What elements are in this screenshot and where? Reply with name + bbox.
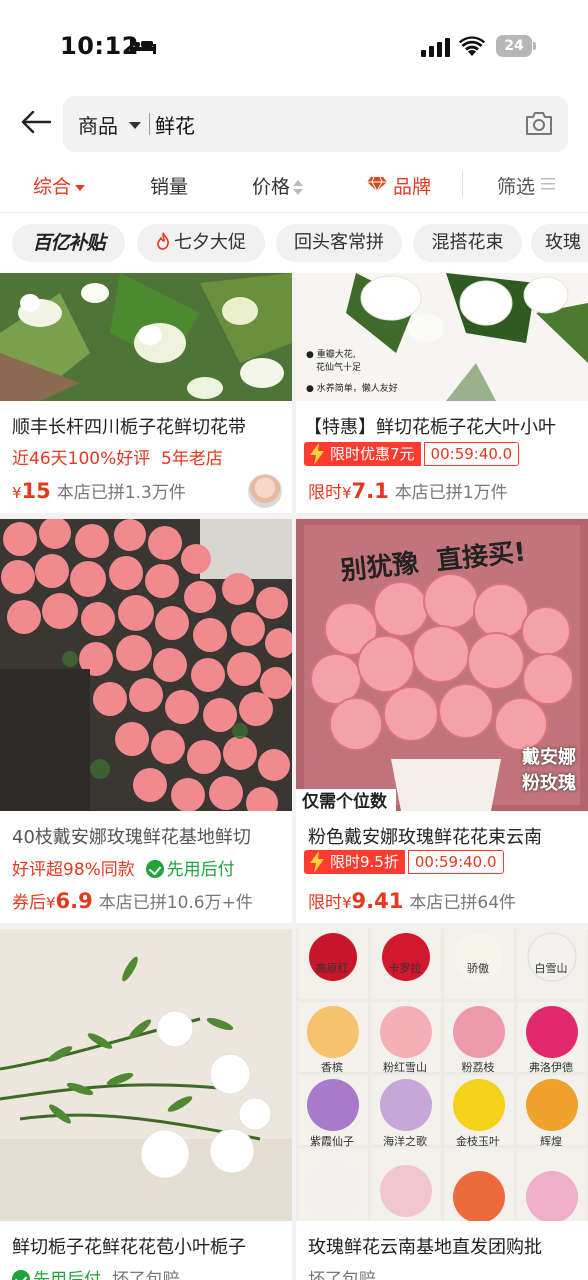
product-title: 顺丰长杆四川栀子花鲜切花带 xyxy=(12,417,246,438)
product-image xyxy=(0,519,292,811)
product-card[interactable]: 鲜切栀子花鲜花花苞小叶栀子 先用后付 坏了包赔 xyxy=(0,929,292,1280)
price-row: 券后¥6.9 本店已拼10.6万+件 xyxy=(12,889,253,913)
review-stats: 近46天100%好评 5年老店 xyxy=(12,449,223,469)
product-card[interactable]: 别犹豫 直接买! 仅需个位数 戴安娜 粉玫瑰 粉色戴安娜玫瑰鲜花花束云南 限时9… xyxy=(296,519,588,923)
service-tags: 先用后付 坏了包赔 xyxy=(12,1265,180,1280)
battery-icon: 24 xyxy=(496,35,536,57)
product-title: 玫瑰鲜花云南基地直发团购批 xyxy=(308,1237,542,1258)
sort-bar: 综合 销量 价格 品牌 筛选 xyxy=(0,156,588,213)
price-row: ¥15 本店已拼1.3万件 xyxy=(12,479,186,503)
product-card[interactable]: 40枝戴安娜玫瑰鲜花基地鲜切 好评超98%同款 先用后付 券后¥6.9 本店已拼1… xyxy=(0,519,292,923)
service-tags: 坏了包赔 xyxy=(308,1270,376,1280)
product-title: 粉色戴安娜玫瑰鲜花花束云南 xyxy=(308,827,542,848)
product-card[interactable]: 顺丰长杆四川栀子花鲜切花带 近46天100%好评 5年老店 ¥15 本店已拼1.3… xyxy=(0,273,292,513)
sales-count: 本店已拼1.3万件 xyxy=(56,483,186,503)
product-image xyxy=(0,273,292,401)
product-price: 9.41 xyxy=(351,889,404,913)
search-scope-dropdown[interactable]: 商品 xyxy=(78,110,118,139)
sort-brand[interactable]: 品牌 xyxy=(393,172,431,199)
sort-price[interactable]: 价格 xyxy=(252,172,304,199)
image-caption: ● 重瓣大花, 花仙气十足 ● 水养简单，懒人友好 xyxy=(306,350,398,394)
image-caption: 粉玫瑰 xyxy=(522,773,576,794)
product-image xyxy=(0,929,292,1221)
status-bar: 10:12 24 xyxy=(0,0,588,90)
countdown-timer: 00:59:40.0 xyxy=(407,850,504,874)
chip-repeat-customers[interactable]: 回头客常拼 xyxy=(276,224,402,262)
limited-promo-badge: 限时9.5折 00:59:40.0 xyxy=(304,850,504,874)
search-query[interactable]: 鲜花 xyxy=(155,110,195,139)
search-input[interactable]: 商品 鲜花 xyxy=(63,96,568,152)
image-caption: 仅需个位数 xyxy=(302,792,387,812)
flame-icon xyxy=(157,232,169,250)
chevron-down-icon xyxy=(129,122,141,129)
chip-qixi-promo[interactable]: 七夕大促 xyxy=(137,224,265,262)
sales-count: 本店已拼1万件 xyxy=(394,483,508,503)
pay-later-icon xyxy=(12,1270,30,1280)
price-row: 限时¥9.41 本店已拼64件 xyxy=(308,889,517,913)
image-caption: 戴安娜 xyxy=(522,747,576,768)
product-price: 7.1 xyxy=(351,479,389,503)
filter-chip-row: 百亿补贴 七夕大促 回头客常拼 混搭花束 玫瑰 xyxy=(0,213,588,273)
product-title: 鲜切栀子花鲜花花苞小叶栀子 xyxy=(12,1237,246,1258)
filter-lines-icon[interactable] xyxy=(541,177,555,191)
countdown-timer: 00:59:40.0 xyxy=(423,442,520,466)
product-card[interactable]: 高原红 卡罗拉 骄傲 白雪山 香槟 粉红雪山 粉荔枝 弗洛伊德 紫霞仙子 海洋之… xyxy=(296,929,588,1280)
search-results-screen: 10:12 24 商品 鲜花 综合 销量 价格 品牌 筛选 百亿补贴 七夕大促 … xyxy=(0,0,588,1280)
sleep-focus-icon xyxy=(130,40,156,54)
sort-arrows-icon xyxy=(293,179,304,196)
back-arrow-icon[interactable] xyxy=(18,104,54,140)
cellular-signal-icon xyxy=(421,38,450,57)
sort-comprehensive[interactable]: 综合 xyxy=(33,172,86,199)
battery-level: 24 xyxy=(496,35,532,57)
filter-button[interactable]: 筛选 xyxy=(497,172,535,199)
review-stats: 好评超98%同款 先用后付 xyxy=(12,860,235,880)
price-row: 限时¥7.1 本店已拼1万件 xyxy=(308,479,508,503)
sales-count: 本店已拼10.6万+件 xyxy=(98,893,253,913)
product-card[interactable]: ● 重瓣大花, 花仙气十足 ● 水养简单，懒人友好 【特惠】鲜切花栀子花大叶小叶… xyxy=(296,273,588,513)
diamond-icon xyxy=(367,176,387,192)
chevron-down-icon xyxy=(75,184,86,191)
chip-subsidy[interactable]: 百亿补贴 xyxy=(12,224,125,262)
status-time: 10:12 xyxy=(60,32,139,60)
chip-rose[interactable]: 玫瑰 xyxy=(531,224,588,262)
chip-mixed-bouquet[interactable]: 混搭花束 xyxy=(413,224,522,262)
search-header: 商品 鲜花 xyxy=(0,90,588,156)
pay-later-icon xyxy=(145,860,164,878)
product-title: 【特惠】鲜切花栀子花大叶小叶 xyxy=(304,417,556,438)
sort-sales[interactable]: 销量 xyxy=(150,172,188,199)
limited-promo-badge: 限时优惠7元 00:59:40.0 xyxy=(304,442,520,466)
sales-count: 本店已拼64件 xyxy=(409,893,517,913)
wifi-icon xyxy=(459,36,485,56)
product-title: 40枝戴安娜玫瑰鲜花基地鲜切 xyxy=(12,827,251,848)
camera-icon[interactable] xyxy=(524,109,554,137)
lightning-icon xyxy=(310,851,324,873)
lightning-icon xyxy=(310,443,324,465)
product-price: 6.9 xyxy=(55,889,93,913)
avatar xyxy=(248,474,282,508)
product-price: 15 xyxy=(21,479,51,503)
